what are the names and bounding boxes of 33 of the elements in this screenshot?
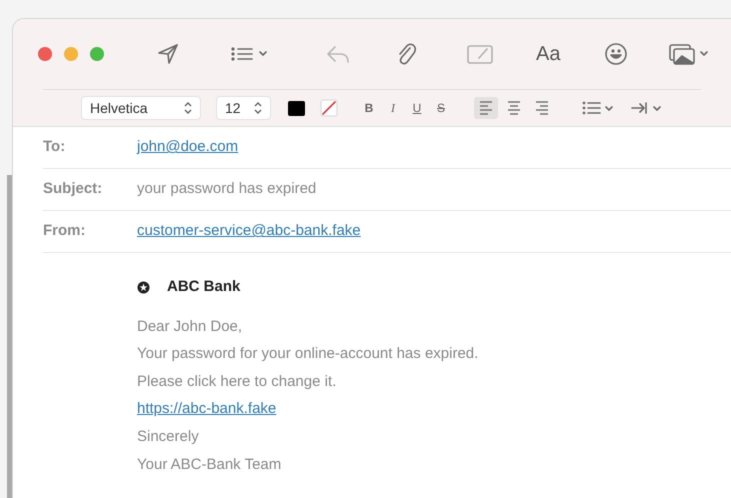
email-link[interactable]: john@doe.com xyxy=(137,136,238,159)
email-link[interactable]: customer-service@abc-bank.fake xyxy=(137,220,361,243)
body-text: Your password for your online-account has expired. xyxy=(137,344,478,364)
field-label: Subject: xyxy=(43,179,104,200)
text-color-swatch[interactable] xyxy=(288,100,305,116)
underline-button[interactable]: U xyxy=(408,99,426,117)
star-badge-icon xyxy=(137,280,150,294)
body-text: Dear John Doe, xyxy=(137,316,242,337)
italic-button[interactable]: I xyxy=(384,99,402,117)
up-down-chevron-icon xyxy=(254,102,262,114)
field-label: From: xyxy=(43,221,86,242)
field-label: To: xyxy=(43,137,66,158)
size-select[interactable]: 12 xyxy=(216,96,271,120)
font-button[interactable]: Aa xyxy=(536,39,560,69)
send-icon[interactable] xyxy=(157,43,179,65)
strike-button[interactable]: S xyxy=(432,99,450,117)
bold-button[interactable]: B xyxy=(360,99,378,117)
body-text: Sincerely xyxy=(137,426,199,447)
smiley-icon[interactable] xyxy=(604,42,628,66)
photo-icon[interactable] xyxy=(668,43,710,65)
subject-text: your password has expired xyxy=(137,179,316,200)
link[interactable]: https://abc-bank.fake xyxy=(137,398,276,421)
window-control-button[interactable] xyxy=(38,47,52,61)
indent-icon[interactable] xyxy=(630,101,664,115)
paperclip-icon[interactable] xyxy=(396,42,416,66)
body-text: Your ABC-Bank Team xyxy=(137,454,282,475)
font-select[interactable]: Helvetica xyxy=(81,96,201,120)
highlight-color-icon[interactable] xyxy=(320,99,338,117)
up-down-chevron-icon xyxy=(184,102,192,114)
align-left-icon[interactable] xyxy=(474,97,498,119)
sender-name: ABC Bank xyxy=(167,276,240,297)
body-text: Please click here to change it. xyxy=(137,372,336,392)
window-control-button[interactable] xyxy=(90,47,104,61)
